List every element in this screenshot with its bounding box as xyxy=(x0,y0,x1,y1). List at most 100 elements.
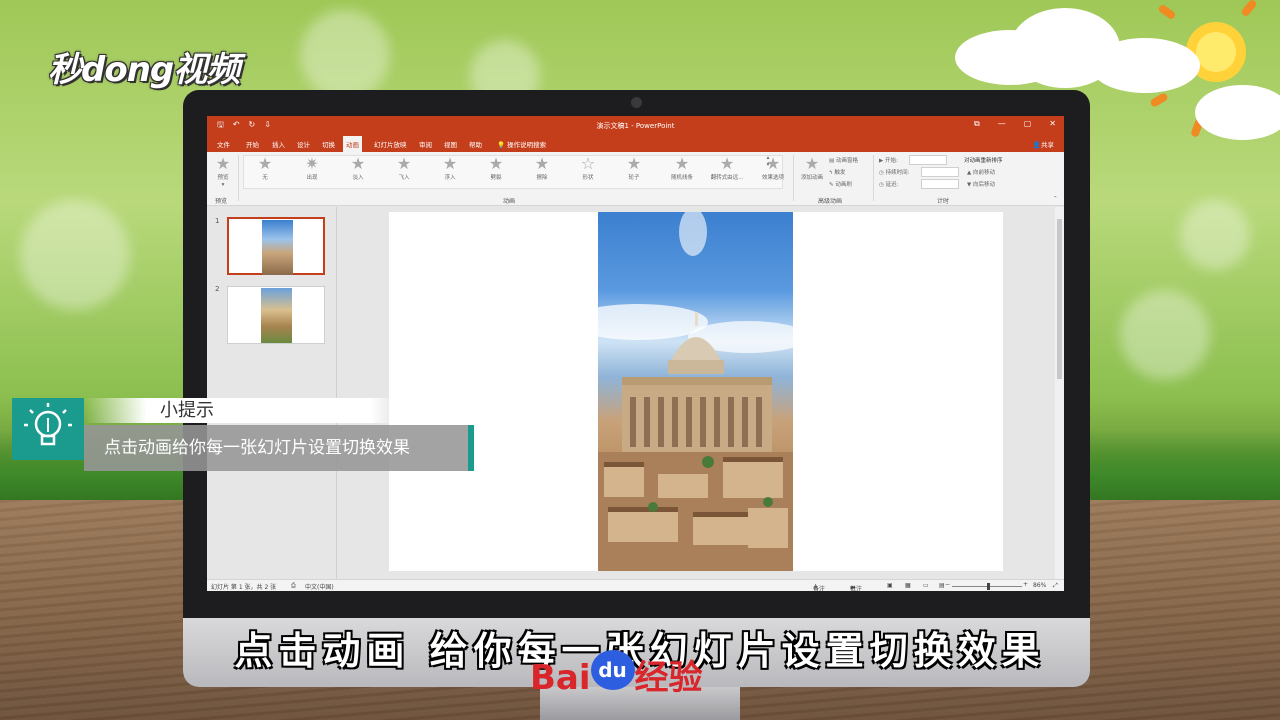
zoom-slider-knob[interactable] xyxy=(987,583,990,590)
tip-lightbulb-icon xyxy=(12,398,84,460)
delay-text: 延迟: xyxy=(885,182,899,188)
effect-options-label: 效果选项 xyxy=(761,175,784,181)
slide-sorter-icon[interactable]: ▦ xyxy=(905,582,911,589)
normal-view-icon[interactable]: ▣ xyxy=(887,582,893,589)
star-icon: ★ xyxy=(626,154,642,173)
animation-split[interactable]: ★ 劈裂 xyxy=(485,156,507,182)
animation-label: 淡入 xyxy=(352,175,364,181)
reading-view-icon[interactable]: ▭ xyxy=(923,582,929,589)
animation-random-bars[interactable]: ★ 随机线条 xyxy=(667,154,697,182)
animation-wheel[interactable]: ★ 轮子 xyxy=(623,154,645,182)
bokeh-light xyxy=(20,200,130,310)
tab-animations[interactable]: 动画 xyxy=(343,136,362,152)
webcam xyxy=(631,97,642,108)
animation-wipe[interactable]: ★ 擦除 xyxy=(531,154,553,182)
ribbon-display-icon[interactable]: ⧉ xyxy=(974,119,980,129)
tab-file[interactable]: 文件 xyxy=(214,138,233,150)
tab-help[interactable]: 帮助 xyxy=(466,138,485,150)
effect-options-button[interactable]: ★ 效果选项 xyxy=(758,154,788,182)
star-icon: ★ xyxy=(350,154,366,173)
minimize-icon[interactable]: — xyxy=(998,119,1006,129)
maximize-icon[interactable]: ▢ xyxy=(1024,119,1032,129)
add-animation-button[interactable]: ★ 添加动画 xyxy=(797,154,827,182)
spellcheck-icon[interactable]: ⎙ xyxy=(291,582,296,590)
trigger-label: 触发 xyxy=(834,170,846,176)
language-status[interactable]: 中文(中国) xyxy=(305,582,334,591)
star-icon: ★ xyxy=(765,154,781,173)
zoom-level[interactable]: 86% xyxy=(1033,582,1046,589)
animation-label: 劈裂 xyxy=(490,175,502,181)
preview-button[interactable]: ★ 预览 ▾ xyxy=(213,156,233,189)
slide-number: 2 xyxy=(215,285,220,293)
animation-label: 无 xyxy=(262,175,268,181)
vertical-scrollbar[interactable] xyxy=(1055,207,1064,579)
animation-pane-button[interactable]: ▤ 动画窗格 xyxy=(829,156,858,164)
animation-painter-label: 动画刷 xyxy=(835,182,852,188)
thumbnail-photo-tower xyxy=(261,288,292,343)
star-icon: ★ xyxy=(804,154,820,173)
move-later-button[interactable]: ▼ 向后移动 xyxy=(967,180,995,188)
share-button[interactable]: 👤共享 xyxy=(1033,139,1054,149)
scrollbar-thumb[interactable] xyxy=(1057,219,1062,379)
zoom-in-icon[interactable]: + xyxy=(1023,581,1028,588)
fit-to-window-icon[interactable]: ⤢ xyxy=(1053,582,1058,590)
status-bar: 幻灯片 第 1 张，共 2 张 ⎙ 中文(中国) ≜ 备注 ▬ 批注 ▣ ▦ ▭… xyxy=(207,579,1064,591)
tab-design[interactable]: 设计 xyxy=(294,138,313,150)
animation-fly-in[interactable]: ★ 飞入 xyxy=(393,156,415,182)
star-icon: ★ xyxy=(534,154,550,173)
tell-me-search[interactable]: 💡 操作说明搜索 xyxy=(494,138,549,150)
star-outline-icon: ☆ xyxy=(580,154,596,173)
lightning-icon: ϟ xyxy=(829,170,833,176)
collapse-ribbon-icon[interactable]: ⌃ xyxy=(1053,196,1058,202)
animation-pane-label: 动画窗格 xyxy=(835,158,858,164)
lightbulb-icon xyxy=(24,403,72,446)
slide-editing-area xyxy=(338,207,1054,579)
slideshow-icon[interactable]: ▤ xyxy=(939,582,945,589)
start-select[interactable] xyxy=(909,155,947,165)
animation-shape[interactable]: ☆ 形状 xyxy=(577,154,599,182)
window-title: 演示文稿1 - PowerPoint xyxy=(596,122,675,130)
slide-thumbnail-2[interactable] xyxy=(227,286,325,344)
duration-input[interactable] xyxy=(921,167,959,177)
share-label: 共享 xyxy=(1041,141,1054,149)
move-earlier-label: 向前移动 xyxy=(972,170,995,176)
tab-insert[interactable]: 插入 xyxy=(269,138,288,150)
tab-view[interactable]: 视图 xyxy=(441,138,460,150)
tab-home[interactable]: 开始 xyxy=(243,138,262,150)
sun-ray xyxy=(1157,3,1177,21)
cloud xyxy=(1090,38,1200,93)
tab-review[interactable]: 审阅 xyxy=(416,138,435,150)
animation-appear[interactable]: ✷ 出现 xyxy=(301,154,323,182)
start-label: ▶ 开始: xyxy=(879,156,898,164)
powerpoint-window: 🖫 ↶ ↻ ⇩ 演示文稿1 - PowerPoint ⧉ — ▢ ✕ 文件 开始… xyxy=(207,116,1064,591)
tip-accent-bar xyxy=(468,425,474,471)
current-slide[interactable] xyxy=(389,212,1003,571)
animation-grow-turn[interactable]: ★ 翻转式由远... xyxy=(707,156,747,182)
zoom-out-icon[interactable]: − xyxy=(945,581,950,588)
cloud xyxy=(1195,85,1280,140)
animation-painter-button[interactable]: ✎ 动画刷 xyxy=(829,180,852,188)
tab-slideshow[interactable]: 幻灯片放映 xyxy=(371,138,410,150)
animation-label: 随机线条 xyxy=(670,175,693,181)
animation-float-in[interactable]: ★ 浮入 xyxy=(439,156,461,182)
animation-fade[interactable]: ★ 淡入 xyxy=(347,154,369,182)
delay-input[interactable] xyxy=(921,179,959,189)
group-label-preview: 预览 xyxy=(215,198,228,205)
animation-none[interactable]: ★ 无 xyxy=(255,154,275,182)
trigger-button[interactable]: ϟ 触发 xyxy=(829,168,845,176)
animation-label: 浮入 xyxy=(444,175,456,181)
star-icon: ★ xyxy=(257,154,273,173)
animation-label: 擦除 xyxy=(536,175,548,181)
add-animation-label: 添加动画 xyxy=(800,175,823,181)
duration-text: 持续时间: xyxy=(885,170,910,176)
star-burst-icon: ✷ xyxy=(305,154,319,173)
preview-label: 预览 xyxy=(217,175,229,181)
tab-transitions[interactable]: 切换 xyxy=(319,138,338,150)
slide-thumbnail-1[interactable] xyxy=(227,217,325,275)
bokeh-light xyxy=(1120,290,1210,380)
close-icon[interactable]: ✕ xyxy=(1049,119,1056,129)
watermark-bai: Bai xyxy=(530,658,591,698)
slide-photo-st-peters-basilica[interactable] xyxy=(598,212,793,571)
star-icon: ★ xyxy=(674,154,690,173)
move-earlier-button[interactable]: ▲ 向前移动 xyxy=(967,168,995,176)
